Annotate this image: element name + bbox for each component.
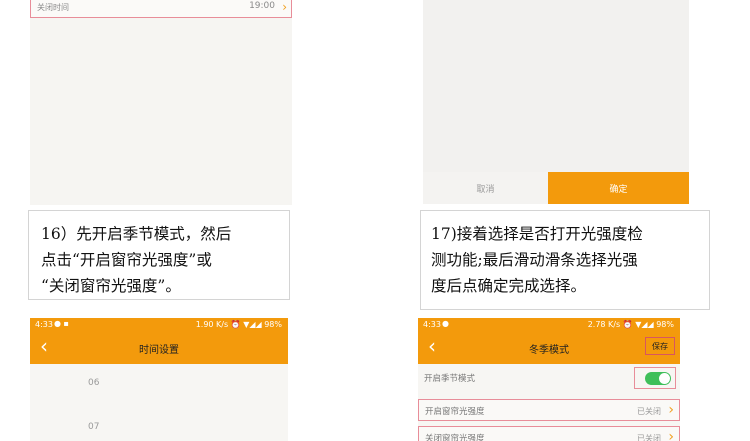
instruction-line: 度后点确定完成选择。 — [431, 277, 587, 295]
page-title: 时间设置 — [139, 345, 179, 356]
close-time-label: 关闭时间 — [37, 3, 69, 12]
chevron-right-icon: › — [668, 402, 674, 418]
time-settings-screen: 4:33 ● ▪ 1.90 K/s ⏰ ▼◢◢ 98% ‹ 时间设置 06 07 — [30, 318, 288, 441]
message-icon: ● — [442, 319, 449, 328]
hour-option[interactable]: 07 — [88, 422, 99, 432]
close-time-value: 19:00 — [249, 1, 275, 11]
confirm-button[interactable]: 确定 — [548, 172, 689, 204]
season-mode-row: 开启季节模式 — [418, 367, 680, 389]
open-curtain-light-value: 已关闭 — [637, 407, 661, 416]
status-time: 4:33 — [423, 320, 441, 329]
cancel-button[interactable]: 取消 — [423, 172, 548, 204]
close-curtain-light-label: 关闭窗帘光强度 — [425, 434, 485, 441]
toggle-knob — [659, 373, 670, 384]
instruction-line: “关闭窗帘光强度”。 — [41, 277, 181, 295]
dialog-button-bar: 取消 确定 — [423, 172, 689, 204]
status-indicators: 2.78 K/s ⏰ ▼◢◢ 98% — [587, 320, 674, 329]
close-curtain-light-row[interactable]: 关闭窗帘光强度 已关闭 › — [418, 426, 680, 441]
status-time: 4:33 — [35, 320, 53, 329]
season-mode-label: 开启季节模式 — [424, 374, 476, 384]
status-bar: 4:33 ● 2.78 K/s ⏰ ▼◢◢ 98% — [418, 318, 680, 331]
instruction-line: 16）先开启季节模式，然后 — [41, 225, 232, 243]
hour-option[interactable]: 06 — [88, 378, 99, 388]
title-bar: ‹ 冬季模式 保存 — [418, 331, 680, 364]
instruction-line: 点击“开启窗帘光强度”或 — [41, 251, 212, 269]
save-button[interactable]: 保存 — [645, 337, 675, 355]
close-curtain-light-value: 已关闭 — [637, 434, 661, 441]
chevron-right-icon: › — [668, 429, 674, 441]
instruction-step-16: 16）先开启季节模式，然后 点击“开启窗帘光强度”或 “关闭窗帘光强度”。 — [28, 210, 290, 300]
page-title: 冬季模式 — [529, 345, 569, 356]
open-curtain-light-row[interactable]: 开启窗帘光强度 已关闭 › — [418, 399, 680, 421]
instruction-line: 17)接着选择是否打开光强度检 — [431, 225, 643, 243]
message-icon: ● ▪ — [54, 319, 69, 328]
status-bar: 4:33 ● ▪ 1.90 K/s ⏰ ▼◢◢ 98% — [30, 318, 288, 331]
hour-picker[interactable]: 06 07 — [30, 364, 288, 441]
winter-mode-screen: 4:33 ● 2.78 K/s ⏰ ▼◢◢ 98% ‹ 冬季模式 保存 开启季节… — [418, 318, 680, 441]
instruction-line: 测功能;最后滑动滑条选择光强 — [431, 251, 638, 269]
light-intensity-dialog — [423, 0, 689, 172]
chevron-right-icon: › — [282, 0, 287, 14]
season-mode-toggle-highlight — [634, 367, 676, 389]
instruction-step-17: 17)接着选择是否打开光强度检 测功能;最后滑动滑条选择光强 度后点确定完成选择… — [420, 210, 710, 310]
status-indicators: 1.90 K/s ⏰ ▼◢◢ 98% — [195, 320, 282, 329]
title-bar: ‹ 时间设置 — [30, 331, 288, 364]
close-time-row[interactable]: 关闭时间 19:00 › — [30, 0, 292, 18]
season-mode-toggle[interactable] — [645, 372, 671, 385]
open-curtain-light-label: 开启窗帘光强度 — [425, 407, 485, 417]
time-settings-screen-top: 关闭时间 19:00 › — [30, 0, 292, 205]
